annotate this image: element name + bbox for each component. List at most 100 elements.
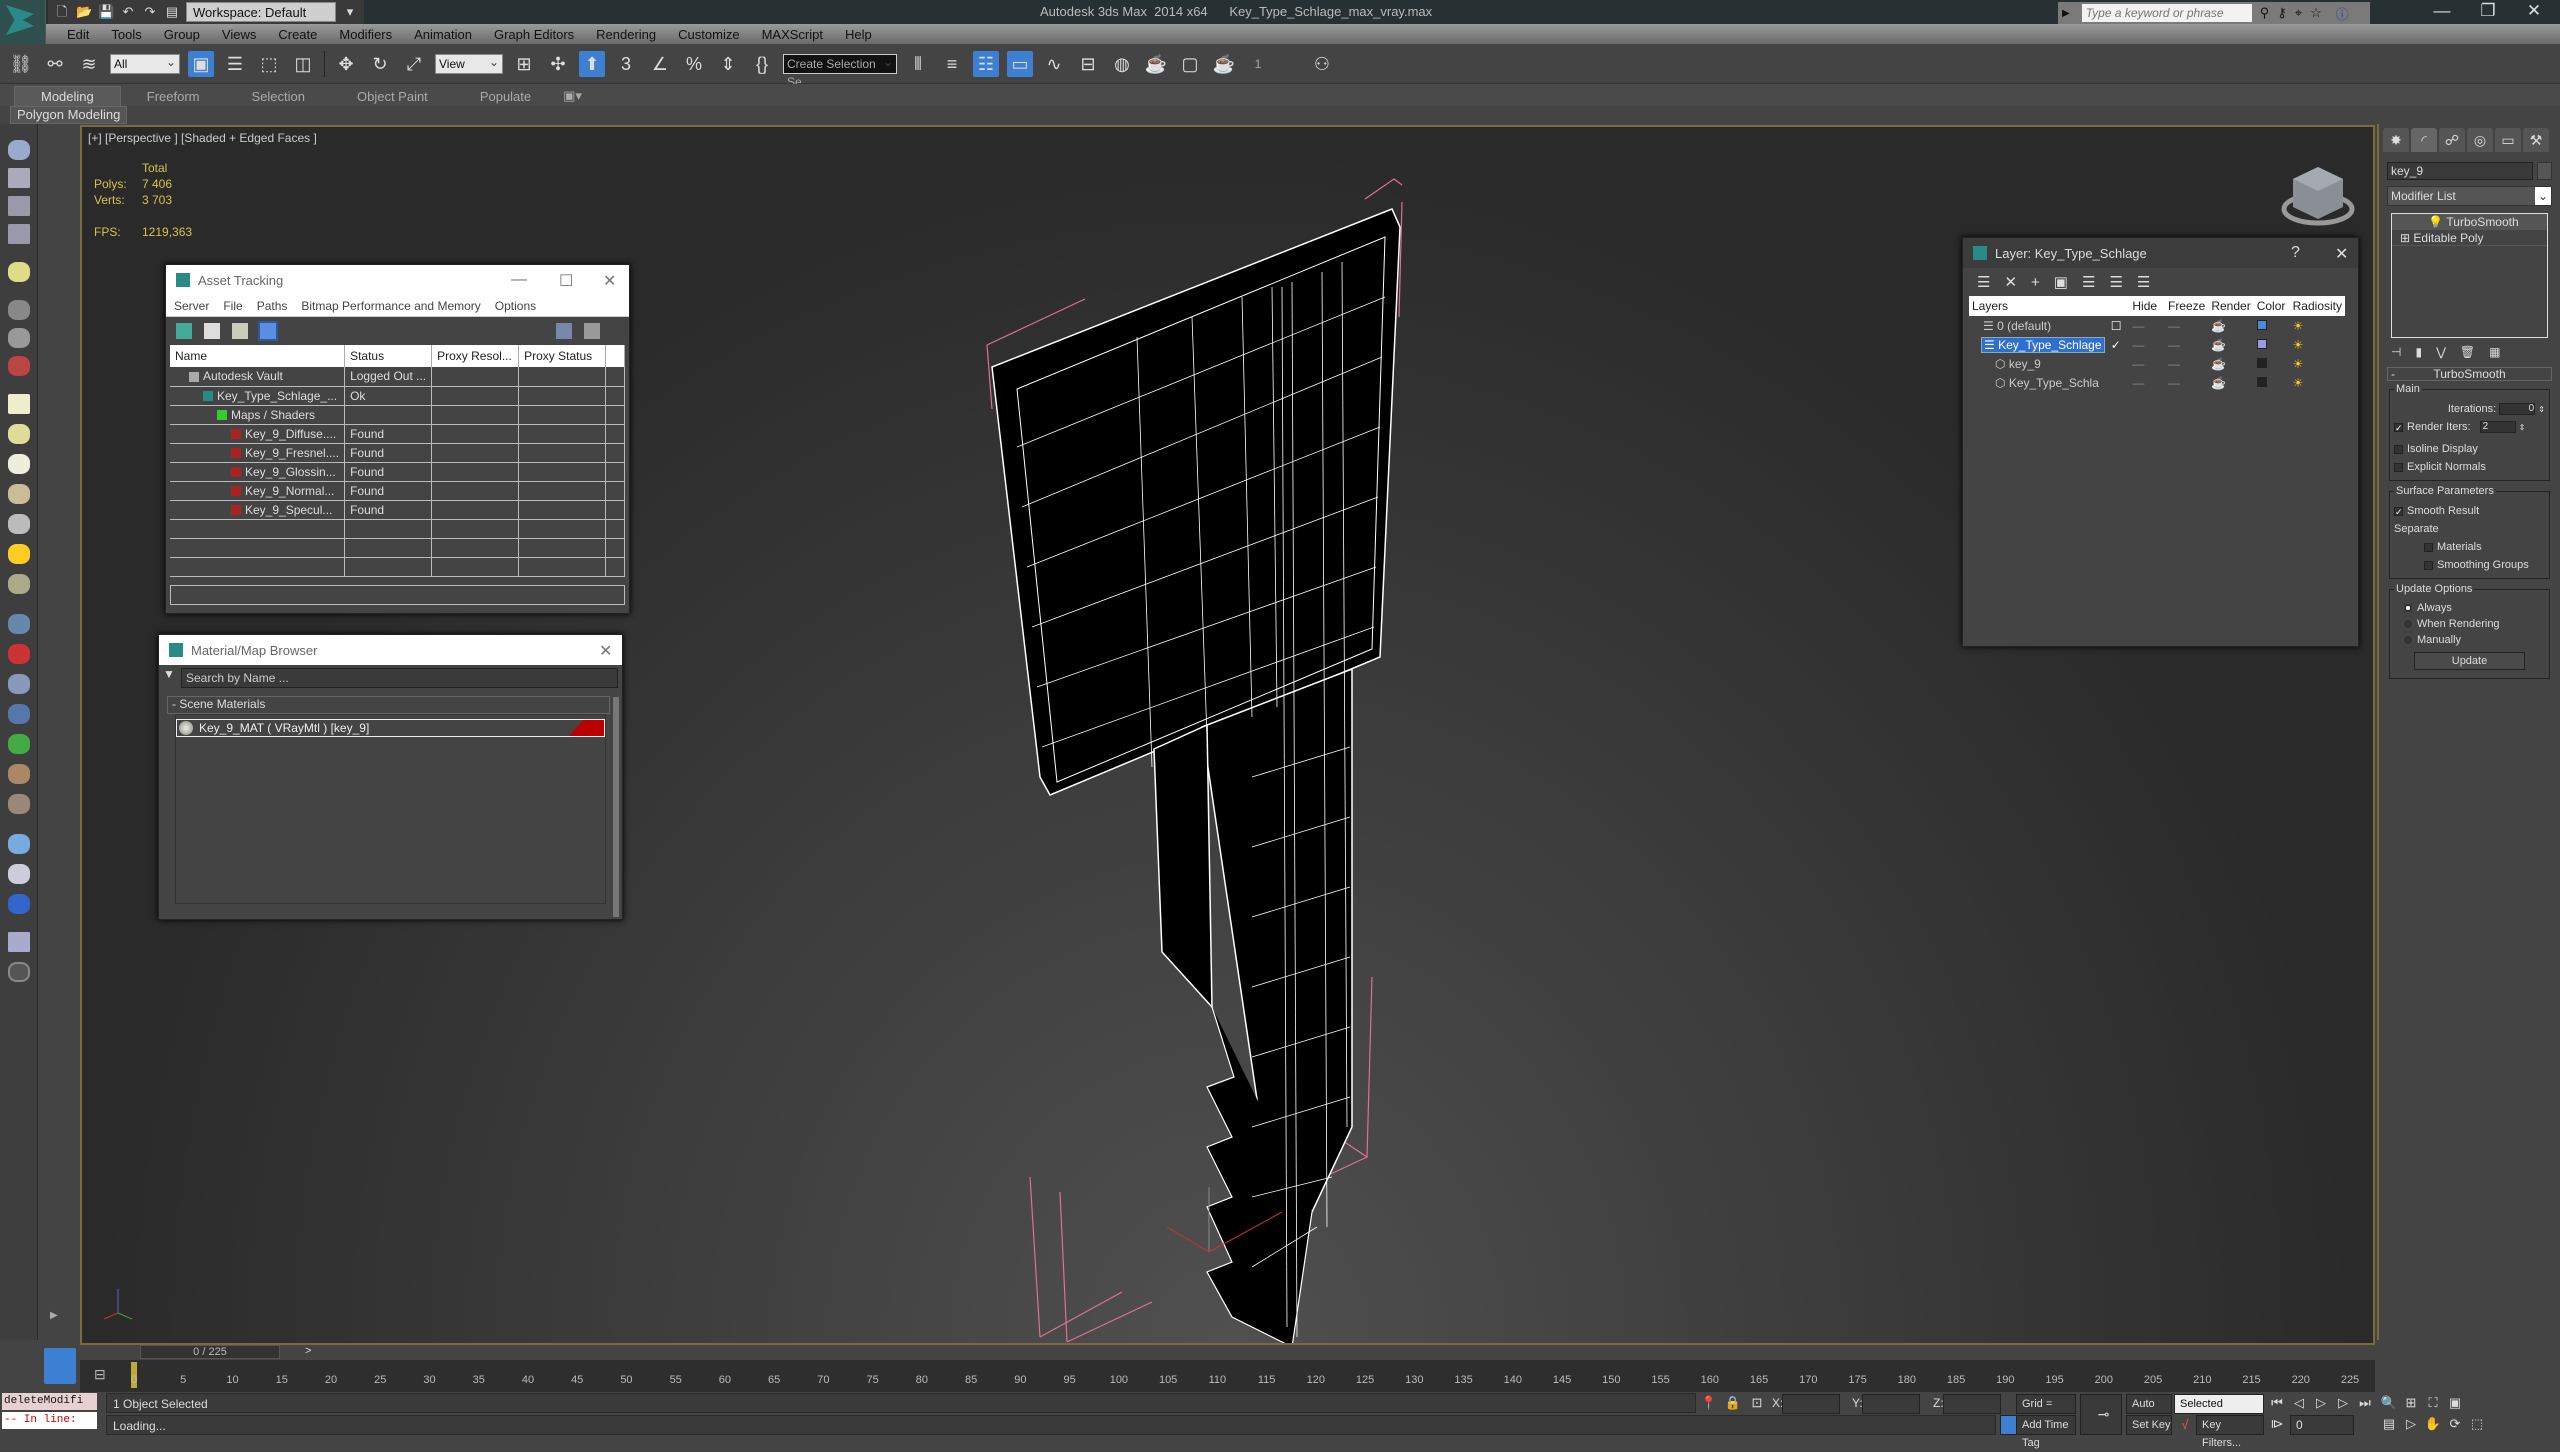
zoom-icon[interactable]: 🔍 <box>2380 1394 2398 1412</box>
object-name-input[interactable] <box>2387 162 2533 180</box>
scene-materials-group[interactable]: - Scene Materials <box>167 696 610 714</box>
camera-target-icon[interactable] <box>8 328 30 348</box>
manipulate-icon[interactable]: ✣ <box>545 51 571 77</box>
menu-paths[interactable]: Paths <box>257 299 288 313</box>
layer-explorer-icon[interactable]: ☷ <box>973 50 999 77</box>
asset-row[interactable]: Autodesk Vault Logged Out ... <box>170 367 625 387</box>
polygon-modeling-panel[interactable]: Polygon Modeling <box>10 106 128 124</box>
layer-row[interactable]: ⬡ key_9 — — ☕ ☀ <box>1969 354 2345 373</box>
menu-help[interactable]: Help <box>834 27 883 42</box>
menu-animation[interactable]: Animation <box>403 27 483 42</box>
material-item[interactable]: Key_9_MAT ( VRayMtl ) [key_9] <box>176 719 605 737</box>
materials-checkbox[interactable] <box>2424 542 2433 552</box>
zoom-all-icon[interactable]: ⊞ <box>2402 1394 2420 1412</box>
previous-frame-icon[interactable]: ◁ <box>2290 1394 2308 1412</box>
menu-server[interactable]: Server <box>174 299 209 313</box>
schematic-view-icon[interactable]: ⊟ <box>1075 51 1101 77</box>
layer-name-cell[interactable]: ☰ Key_Type_Schlage <box>1969 335 2108 354</box>
column-color[interactable]: Color <box>2253 296 2290 316</box>
minimize-button[interactable]: — <box>511 271 527 289</box>
key-filters-button[interactable]: Key Filters... <box>2196 1415 2264 1449</box>
menu-maxscript[interactable]: MAXScript <box>751 27 834 42</box>
current-layer-toggle[interactable]: ☐ <box>2108 316 2130 335</box>
explicit-normals-checkbox[interactable] <box>2394 462 2403 472</box>
column-status[interactable]: Status <box>344 345 433 367</box>
layer-color-swatch[interactable] <box>2254 316 2290 335</box>
pan-icon[interactable]: ✋ <box>2424 1415 2442 1433</box>
lightbulb-icon[interactable]: 💡 <box>2428 215 2443 229</box>
maximize-button[interactable]: ☐ <box>559 271 573 291</box>
highlight-layer-icon[interactable]: ☰ <box>2109 273 2122 291</box>
menu-group[interactable]: Group <box>153 27 211 42</box>
column-hide[interactable]: Hide <box>2129 296 2165 316</box>
close-button[interactable]: ✕ <box>599 641 612 661</box>
ribbon-tab-modeling[interactable]: Modeling <box>14 86 121 106</box>
y-axis[interactable] <box>1166 1226 1210 1253</box>
select-by-name-icon[interactable]: ☰ <box>222 51 248 77</box>
render-setup-icon[interactable]: ☕ <box>1143 51 1169 77</box>
object-color-swatch[interactable] <box>2537 162 2552 180</box>
selection-lock-icon[interactable]: 🔒 <box>1724 1394 1742 1412</box>
turbosmooth-rollout[interactable]: - TurboSmooth <box>2387 367 2552 381</box>
plane-icon[interactable] <box>8 394 30 414</box>
curve-editor-toggle-icon[interactable]: ⊟ <box>94 1366 106 1383</box>
asset-row[interactable] <box>170 519 625 539</box>
expand-strip-icon[interactable]: ▶ <box>50 1310 58 1321</box>
material-pick-icon[interactable] <box>8 864 30 884</box>
asset-row[interactable] <box>170 538 625 558</box>
key-mode-toggle-icon[interactable]: ⧐ <box>2268 1415 2286 1433</box>
menu-rendering[interactable]: Rendering <box>585 27 667 42</box>
help-icon[interactable] <box>584 323 600 339</box>
key-icon[interactable]: ⚷ <box>2277 5 2287 21</box>
customize-qat-icon[interactable]: ▾ <box>342 4 358 20</box>
auto-key-button[interactable]: Auto Key <box>2126 1394 2172 1428</box>
refresh-icon[interactable] <box>176 323 192 339</box>
light-icon[interactable] <box>8 262 30 282</box>
render-toggle-icon[interactable]: ☕ <box>2208 335 2253 354</box>
layer-color-swatch[interactable] <box>2254 354 2290 373</box>
angle-snap-icon[interactable]: ∠ <box>647 51 673 77</box>
window-crossing-icon[interactable]: ◫ <box>290 51 316 77</box>
pin-stack-icon[interactable]: ⊣ <box>2391 345 2401 359</box>
when-rendering-radio[interactable] <box>2404 620 2412 629</box>
blobmesh-icon[interactable] <box>8 644 30 664</box>
vault-help-icon[interactable] <box>556 323 572 339</box>
delete-layer-icon[interactable]: ✕ <box>2004 273 2017 291</box>
utilities-tab-icon[interactable]: ⚒ <box>2523 128 2549 152</box>
hide-toggle[interactable]: — <box>2129 335 2165 354</box>
camera-icon[interactable] <box>8 300 30 320</box>
layer-color-swatch[interactable] <box>2254 335 2290 354</box>
column-proxy-status[interactable]: Proxy Status <box>518 345 607 367</box>
maxscript-listener-input[interactable]: deleteModifi <box>2 1393 97 1410</box>
column-name[interactable]: Name <box>170 345 346 367</box>
freeze-toggle[interactable]: — <box>2165 354 2208 373</box>
ribbon-tab-selection[interactable]: Selection <box>226 87 331 106</box>
motion-tab-icon[interactable]: ◎ <box>2467 128 2493 152</box>
zoom-extents-icon[interactable]: ⛶ <box>2424 1394 2442 1412</box>
goto-start-icon[interactable]: ⏮ <box>2268 1394 2286 1412</box>
new-file-icon[interactable]: 🗋 <box>54 4 70 20</box>
mini-listener-toggle[interactable] <box>44 1348 76 1384</box>
asset-row[interactable] <box>170 557 625 577</box>
panel-icon[interactable] <box>8 196 30 216</box>
listener-icon[interactable] <box>8 932 30 952</box>
absolute-mode-icon[interactable]: ⊡ <box>1748 1394 1766 1412</box>
menu-views[interactable]: Views <box>211 27 267 42</box>
ribbon-tab-object-paint[interactable]: Object Paint <box>331 87 454 106</box>
radiosity-icon[interactable]: ☀ <box>2290 316 2345 335</box>
bind-spacewarp-icon[interactable]: ≋ <box>76 51 102 77</box>
open-file-icon[interactable]: 📂 <box>76 4 92 20</box>
next-frame-icon[interactable]: ▷ <box>2334 1394 2352 1412</box>
rendered-frame-window-icon[interactable]: ▢ <box>1177 51 1203 77</box>
thumbnail-view-icon[interactable] <box>232 323 248 339</box>
ribbon-tab-freeform[interactable]: Freeform <box>121 87 226 106</box>
time-slider[interactable]: < 0 / 225 > <box>80 1345 2375 1359</box>
smoothing-groups-checkbox[interactable] <box>2424 560 2433 570</box>
key-curve-icon[interactable]: √ <box>2176 1416 2194 1434</box>
menu-options[interactable]: Options <box>495 299 536 313</box>
fur-icon[interactable] <box>8 704 30 724</box>
goto-end-icon[interactable]: ⏭ <box>2356 1394 2374 1412</box>
column-render[interactable]: Render <box>2208 296 2254 316</box>
hide-freeze-all-icon[interactable]: ☰ <box>2137 273 2150 291</box>
render-region-icon[interactable] <box>8 894 30 914</box>
